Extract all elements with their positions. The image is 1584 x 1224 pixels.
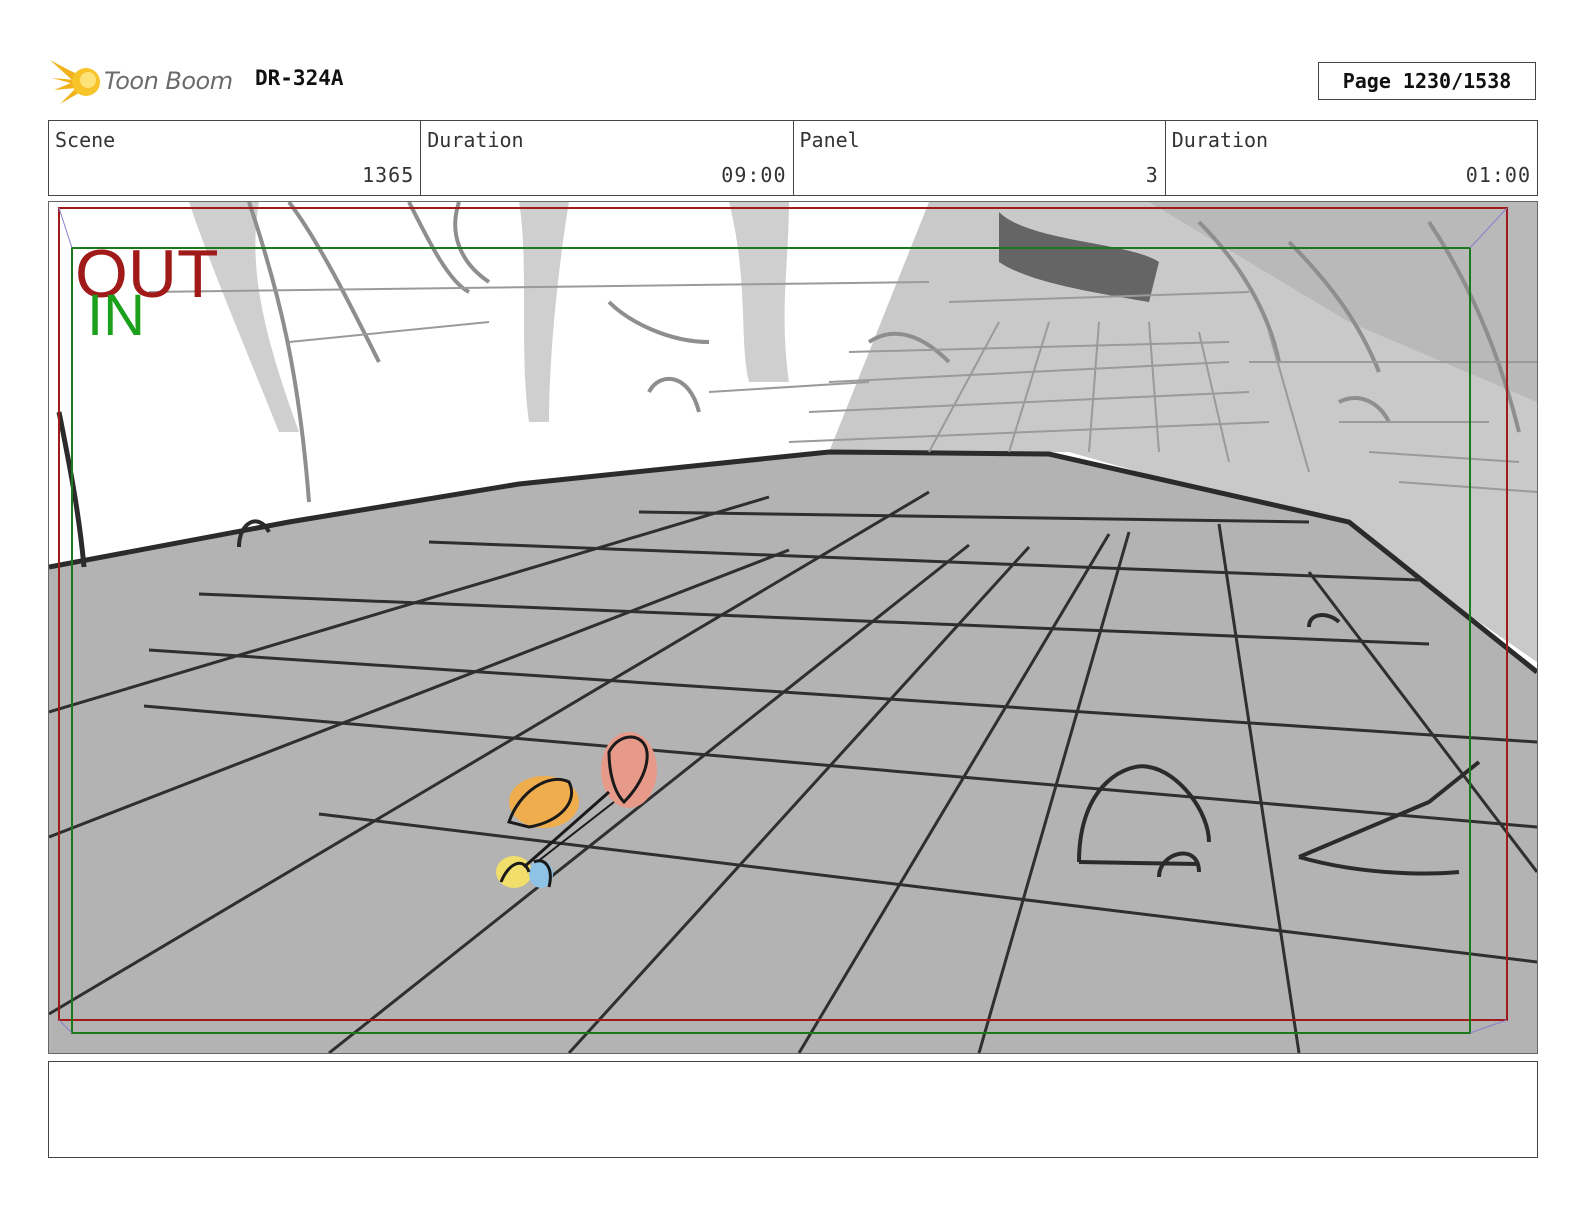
panel-duration-label: Duration	[1171, 128, 1269, 152]
project-code: DR-324A	[255, 66, 344, 90]
scene-duration-label: Duration	[427, 128, 524, 152]
storyboard-panel: OUT IN	[48, 200, 1539, 1055]
info-bar: Scene 1365 Duration 09:00 Panel 3 Durati…	[48, 120, 1538, 196]
page-label: Page 1230/1538	[1342, 69, 1512, 93]
scene-value: 1365	[362, 163, 415, 187]
panel-label: Panel	[799, 128, 860, 152]
storyboard-drawing: OUT IN	[48, 200, 1539, 1055]
in-label: IN	[87, 283, 145, 348]
panel-duration-value: 01:00	[1465, 163, 1531, 187]
scene-duration-value: 09:00	[721, 163, 787, 187]
scene-label: Scene	[55, 128, 116, 152]
toon-boom-logo: Toon Boom	[50, 56, 233, 106]
panel-value: 3	[1145, 163, 1159, 187]
notes-box	[48, 1061, 1538, 1158]
logo-text: Toon Boom	[104, 67, 233, 95]
scene-duration-cell: Duration 09:00	[421, 121, 794, 195]
page-counter: Page 1230/1538	[1318, 62, 1536, 100]
starburst-icon	[50, 60, 100, 104]
panel-duration-cell: Duration 01:00	[1166, 121, 1537, 195]
scene-cell: Scene 1365	[49, 121, 422, 195]
panel-cell: Panel 3	[794, 121, 1166, 195]
